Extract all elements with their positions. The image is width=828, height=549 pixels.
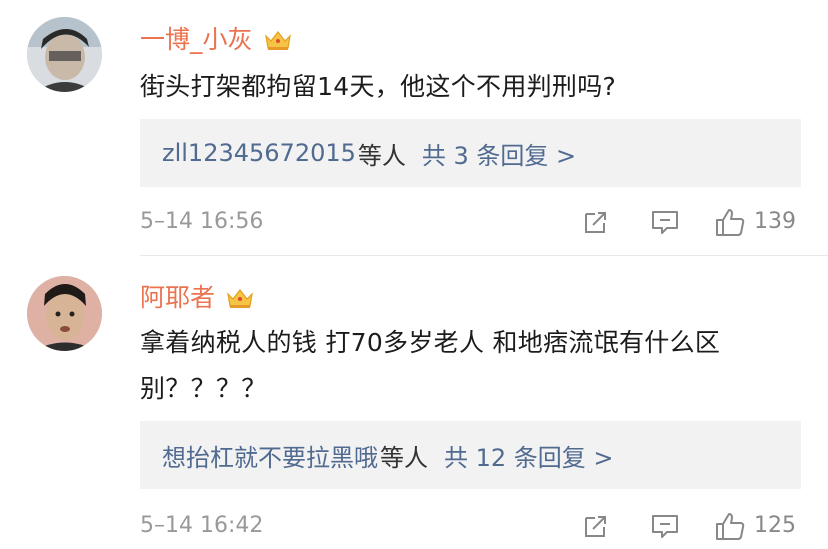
like-button[interactable]: 139 xyxy=(714,206,796,238)
timestamp: 5–14 16:56 xyxy=(140,209,264,234)
avatar-image xyxy=(27,276,102,351)
reply-users-suffix: 等人 xyxy=(380,443,428,472)
username[interactable]: 阿耶者 xyxy=(140,278,215,318)
share-icon xyxy=(585,516,606,537)
name-row: 阿耶者 xyxy=(140,278,255,318)
thumbs-up-icon xyxy=(716,209,745,236)
reply-button[interactable] xyxy=(650,510,680,542)
timestamp: 5–14 16:42 xyxy=(140,513,264,538)
comment-item: 一博_小灰 街头打架都拘留14天，他这个不用判刑吗? zll1234567201… xyxy=(0,0,828,255)
comment-meta: 5–14 16:42 125 xyxy=(0,506,828,546)
comment-item: 阿耶者 拿着纳税人的钱 打70多岁老人 和地痞流氓有什么区别？？？？ 想抬杠就不… xyxy=(0,256,828,549)
comment-text: 拿着纳税人的钱 打70多岁老人 和地痞流氓有什么区别？？？？ xyxy=(140,328,721,403)
avatar[interactable] xyxy=(27,276,102,351)
name-row: 一博_小灰 xyxy=(140,20,293,60)
reply-count-link[interactable]: 共 12 条回复 > xyxy=(444,438,614,473)
reply-users-suffix: 等人 xyxy=(357,141,406,170)
comment-icon xyxy=(652,515,678,538)
comment-text: 街头打架都拘留14天，他这个不用判刑吗? xyxy=(140,72,617,101)
reply-button[interactable] xyxy=(650,206,680,238)
like-count: 139 xyxy=(754,209,796,234)
reply-users[interactable]: zll12345672015 xyxy=(162,139,356,167)
like-count: 125 xyxy=(754,513,796,538)
avatar[interactable] xyxy=(27,17,102,92)
like-button[interactable]: 125 xyxy=(714,510,796,542)
share-icon xyxy=(585,212,606,233)
reply-summary[interactable]: 想抬杠就不要拉黑哦 等人 共 12 条回复 > xyxy=(140,421,801,489)
reply-summary[interactable]: zll12345672015 等人 共 3 条回复 > xyxy=(140,119,801,187)
crown-icon xyxy=(227,289,253,308)
avatar-image xyxy=(27,17,102,92)
crown-icon xyxy=(264,31,291,50)
share-button[interactable] xyxy=(581,510,611,542)
comment-icon xyxy=(652,211,678,234)
thumbs-up-icon xyxy=(716,513,745,540)
share-button[interactable] xyxy=(581,206,611,238)
reply-count-link[interactable]: 共 3 条回复 > xyxy=(422,136,576,171)
comment-meta: 5–14 16:56 139 xyxy=(0,202,828,242)
username[interactable]: 一博_小灰 xyxy=(140,20,253,60)
reply-users[interactable]: 想抬杠就不要拉黑哦 xyxy=(162,438,378,473)
